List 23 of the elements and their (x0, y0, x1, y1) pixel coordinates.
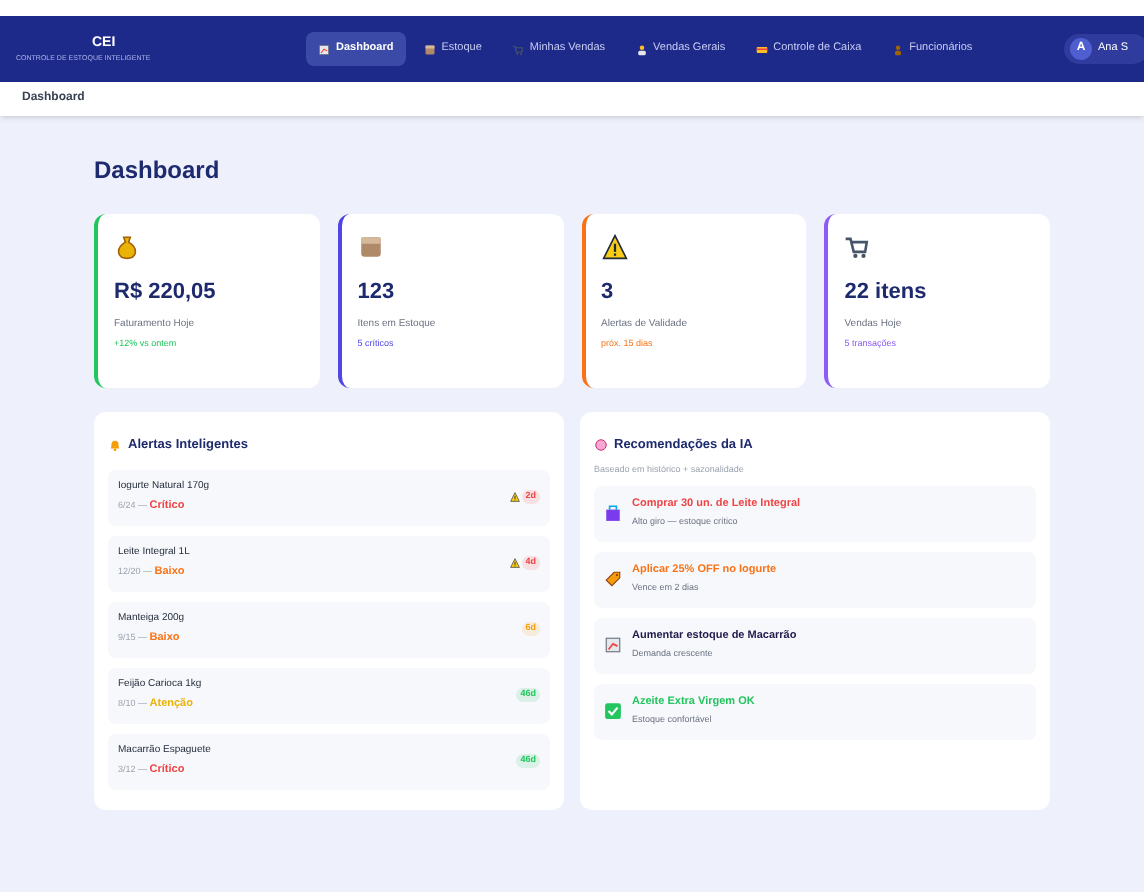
shopping-bag-icon (604, 504, 622, 522)
bell-icon (108, 438, 122, 453)
warning-icon (509, 492, 520, 503)
box-icon (423, 43, 436, 55)
warning-icon (601, 234, 627, 260)
chart-icon (604, 636, 622, 654)
chart-icon (318, 43, 330, 55)
cart-icon (511, 43, 524, 55)
tag-icon (604, 570, 622, 588)
cash-icon (755, 43, 768, 55)
warning-icon (509, 558, 520, 569)
person-icon (891, 43, 904, 55)
stat-value: 22 itens (844, 278, 929, 308)
person-icon (635, 43, 648, 55)
cart-icon (844, 234, 871, 260)
stat-value: R$ 220,05 (114, 278, 218, 308)
stat-value: 3 (601, 278, 616, 308)
stat-value: 123 (357, 278, 397, 308)
brain-icon (594, 438, 608, 453)
page-title: Dashboard (94, 154, 222, 188)
box-icon (357, 234, 384, 260)
money-bag-icon (114, 234, 140, 260)
check-icon (604, 702, 622, 720)
